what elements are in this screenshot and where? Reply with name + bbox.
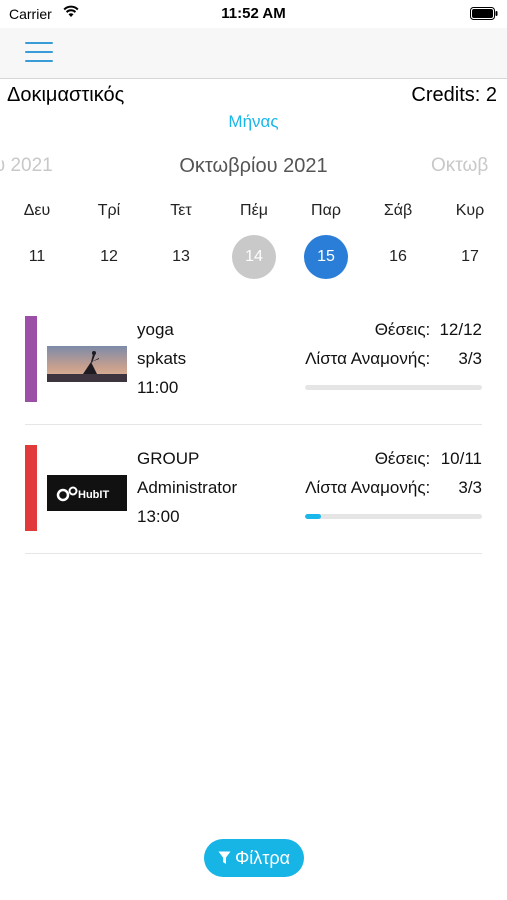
hubit-logo: HubIT — [47, 475, 127, 511]
class-time: 11:00 — [137, 378, 179, 397]
day-name: Πέμ — [240, 202, 268, 219]
waitlist-row: Λίστα Αναμονής: 3/3 — [305, 478, 482, 498]
day-wed[interactable]: Τετ 13 — [151, 198, 211, 279]
status-bar: Carrier 11:52 AM — [0, 0, 507, 28]
day-thu[interactable]: Πέμ 14 — [224, 198, 284, 279]
seats-value: 12/12 — [439, 320, 482, 339]
day-name: Τετ — [170, 202, 192, 219]
company-name: Δοκιμαστικός — [7, 84, 125, 106]
class-instructor: Administrator — [137, 478, 238, 497]
nav-bar — [0, 28, 507, 79]
day-name: Τρί — [97, 202, 121, 219]
clock: 11:52 AM — [221, 5, 286, 22]
class-card[interactable]: yoga spkats 11:00 Θέσεις: 12/12 Λίστα Αν… — [25, 297, 482, 425]
week-strip: Δευ 11 Τρί 12 Τετ 13 Πέμ 14 Παρ 15 Σάβ 1… — [0, 198, 507, 288]
day-number: 13 — [172, 248, 190, 265]
day-number: 11 — [28, 248, 46, 265]
day-number-selected: 15 — [304, 235, 348, 279]
month-view-link[interactable]: Μήνας — [0, 112, 507, 132]
class-color-bar — [25, 445, 37, 531]
class-card[interactable]: HubIT GROUP Administrator 13:00 Θέσεις: … — [25, 426, 482, 554]
waitlist-label: Λίστα Αναμονής: — [305, 478, 431, 497]
day-sat[interactable]: Σάβ 16 — [368, 198, 428, 279]
hubit-logo-text: HubIT — [78, 489, 109, 501]
seats-label: Θέσεις: — [374, 320, 431, 339]
hamburger-menu-icon[interactable] — [25, 42, 53, 64]
day-fri[interactable]: Παρ 15 — [296, 198, 356, 279]
day-name: Κυρ — [455, 202, 485, 219]
funnel-icon — [218, 851, 231, 864]
filter-button[interactable]: Φίλτρα — [204, 839, 304, 877]
yoga-pose-image — [47, 346, 127, 382]
class-instructor: spkats — [137, 349, 187, 368]
class-title: GROUP — [137, 449, 200, 468]
class-time: 13:00 — [137, 507, 180, 526]
seats-row: Θέσεις: 10/11 — [375, 449, 482, 469]
class-title: yoga — [137, 320, 174, 339]
credits-label: Credits: 2 — [411, 84, 497, 106]
day-number: 16 — [389, 248, 407, 265]
day-number: 12 — [100, 248, 118, 265]
battery-icon — [470, 7, 498, 25]
occupancy-progress-bar — [305, 385, 482, 390]
day-name: Δευ — [23, 202, 51, 219]
progress-fill — [305, 514, 321, 519]
day-sun[interactable]: Κυρ 17 — [440, 198, 500, 279]
day-name: Σάβ — [383, 202, 413, 219]
waitlist-row: Λίστα Αναμονής: 3/3 — [305, 349, 482, 369]
next-month[interactable]: Οκτωβ — [431, 155, 488, 177]
day-number-today: 14 — [232, 235, 276, 279]
class-color-bar — [25, 316, 37, 402]
day-mon[interactable]: Δευ 11 — [7, 198, 67, 279]
seats-row: Θέσεις: 12/12 — [375, 320, 482, 340]
day-number: 17 — [461, 248, 479, 265]
waitlist-value: 3/3 — [458, 349, 482, 368]
day-name: Παρ — [311, 202, 341, 219]
occupancy-progress-bar — [305, 514, 482, 519]
seats-label: Θέσεις: — [374, 449, 431, 468]
day-tue[interactable]: Τρί 12 — [79, 198, 139, 279]
seats-value: 10/11 — [440, 449, 482, 468]
waitlist-value: 3/3 — [458, 478, 482, 497]
waitlist-label: Λίστα Αναμονής: — [305, 349, 431, 368]
filter-button-label: Φίλτρα — [234, 847, 291, 868]
